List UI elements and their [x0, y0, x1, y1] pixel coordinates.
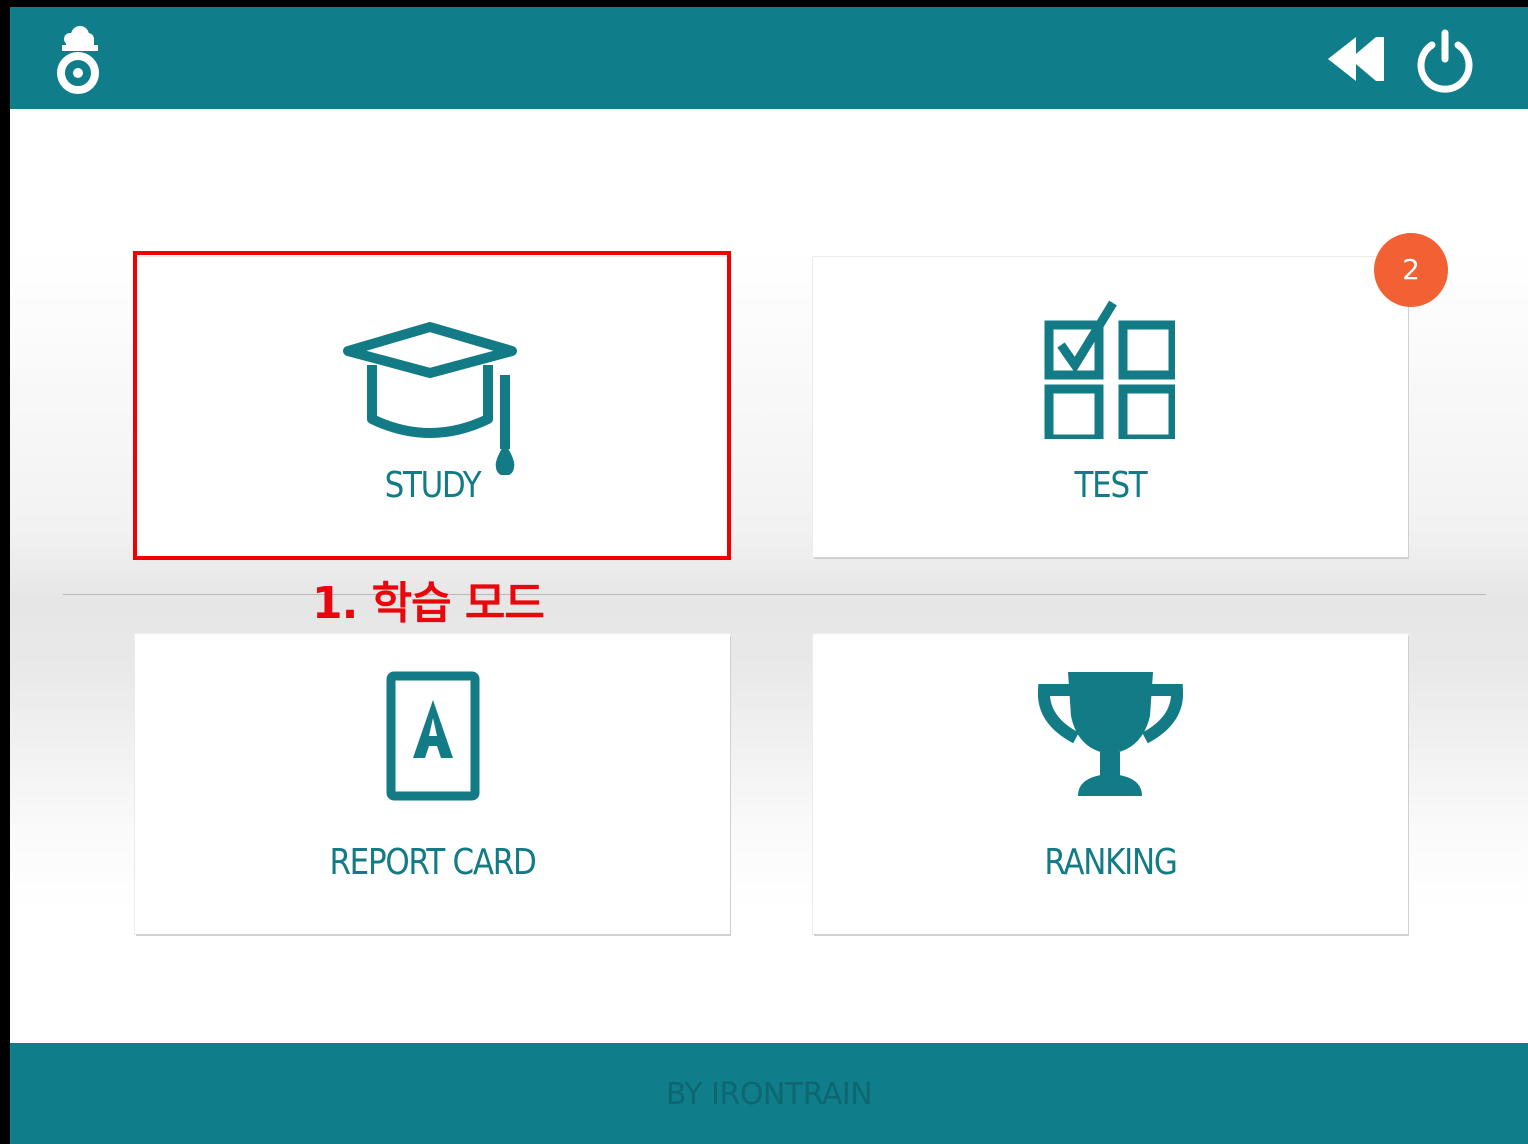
- trophy-icon: [1038, 672, 1183, 796]
- ranking-label: RANKING: [1044, 842, 1177, 883]
- top-bar: [10, 7, 1528, 109]
- main-menu: STUDY TEST REPORT CARD RANKING: [10, 109, 1528, 1043]
- test-label: TEST: [1074, 465, 1148, 506]
- test-tile[interactable]: TEST: [813, 257, 1408, 557]
- report-card-label: REPORT CARD: [329, 842, 536, 883]
- logo-icon: [57, 26, 99, 94]
- report-card-tile[interactable]: REPORT CARD: [135, 634, 730, 934]
- power-icon[interactable]: [1414, 29, 1476, 93]
- annotation-label: 1. 학습 모드: [312, 578, 545, 629]
- graduation-cap-icon: [343, 322, 517, 475]
- divider: [63, 594, 1486, 595]
- checklist-grid-icon: [1044, 300, 1175, 439]
- study-label: STUDY: [384, 465, 482, 506]
- footer-bar: BY IRONTRAIN: [10, 1043, 1528, 1144]
- report-card-icon: [386, 671, 480, 801]
- rewind-icon[interactable]: [1326, 35, 1386, 83]
- ranking-tile[interactable]: RANKING: [813, 634, 1408, 934]
- footer-credit: BY IRONTRAIN: [665, 1077, 873, 1112]
- study-tile[interactable]: STUDY: [135, 257, 730, 557]
- app-window: STUDY TEST REPORT CARD RANKING 2 1. 학습 모…: [10, 7, 1528, 1144]
- notification-badge: 2: [1374, 233, 1448, 307]
